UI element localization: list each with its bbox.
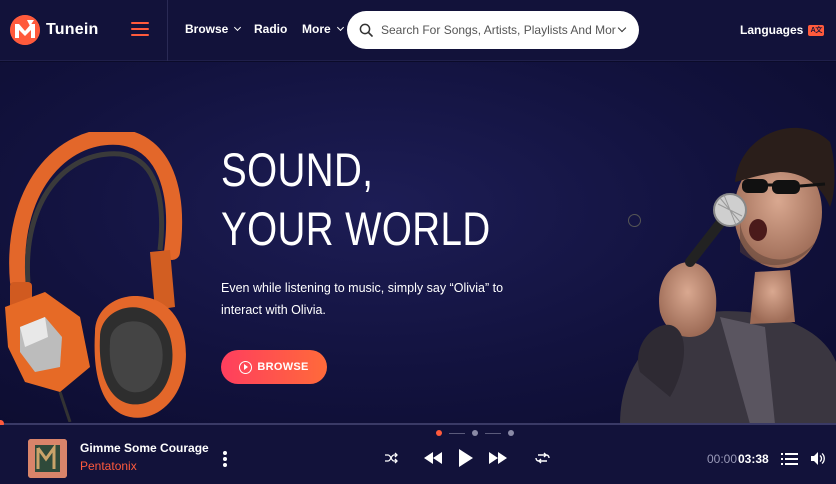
nav-divider	[167, 0, 168, 61]
play-icon[interactable]	[459, 449, 473, 467]
nav-radio-label: Radio	[254, 22, 288, 36]
track-artist[interactable]: Pentatonix	[80, 459, 137, 473]
total-time: 03:38	[738, 452, 769, 466]
hero-banner: SOUND, YOUR WORLD Even while listening t…	[0, 62, 836, 424]
languages-button[interactable]: Languages A文	[740, 23, 825, 37]
track-title[interactable]: Gimme Some Courage	[80, 441, 209, 455]
album-art[interactable]	[28, 439, 67, 478]
more-vertical-icon[interactable]	[221, 451, 229, 467]
hero-title-line1: SOUND,	[221, 143, 374, 196]
language-icon: A文	[808, 24, 825, 36]
volume-icon[interactable]	[811, 452, 826, 465]
nav-browse[interactable]: Browse	[185, 22, 242, 36]
shuffle-icon[interactable]	[384, 452, 398, 464]
hero-browse-button[interactable]: BROWSE	[221, 350, 327, 384]
singer-image	[620, 127, 836, 424]
search-bar	[347, 11, 639, 49]
carousel-dot-2[interactable]	[472, 430, 478, 436]
brand-logo-icon	[10, 15, 40, 45]
carousel-separator	[449, 432, 465, 434]
search-input[interactable]	[381, 23, 616, 37]
search-icon	[359, 23, 373, 37]
hero-browse-label: BROWSE	[257, 361, 309, 373]
top-navigation-bar: Tunein Browse Radio More Languages A文	[0, 0, 836, 61]
queue-list-icon[interactable]	[781, 453, 798, 465]
nav-more[interactable]: More	[302, 22, 344, 36]
fast-forward-icon[interactable]	[489, 452, 508, 464]
menu-icon[interactable]	[131, 22, 149, 38]
play-circle-icon	[239, 360, 253, 374]
hero-title-line2: YOUR WORLD	[221, 202, 491, 255]
hero-description: Even while listening to music, simply sa…	[221, 281, 504, 317]
hero-title: SOUND, YOUR WORLD	[221, 140, 491, 258]
current-time: 00:00	[707, 452, 738, 466]
nav-browse-label: Browse	[185, 22, 229, 36]
nav-more-label: More	[302, 22, 331, 36]
repeat-icon[interactable]	[535, 452, 550, 464]
carousel-separator	[485, 432, 501, 434]
headphones-image	[5, 132, 186, 422]
languages-label: Languages	[740, 23, 804, 37]
nav-radio[interactable]: Radio	[254, 22, 287, 36]
chevron-down-icon	[336, 23, 344, 32]
rewind-icon[interactable]	[424, 452, 443, 464]
search-dropdown-chevron-icon[interactable]	[617, 23, 627, 33]
brand-name: Tunein	[46, 21, 99, 38]
hero-carousel-indicator	[436, 430, 514, 436]
carousel-dot-3[interactable]	[508, 430, 514, 436]
brand[interactable]: Tunein	[10, 12, 98, 48]
carousel-dot-1[interactable]	[436, 430, 442, 436]
music-player-bar: Gimme Some Courage Pentatonix 00:00 03:3…	[0, 425, 836, 484]
chevron-down-icon	[234, 23, 242, 32]
